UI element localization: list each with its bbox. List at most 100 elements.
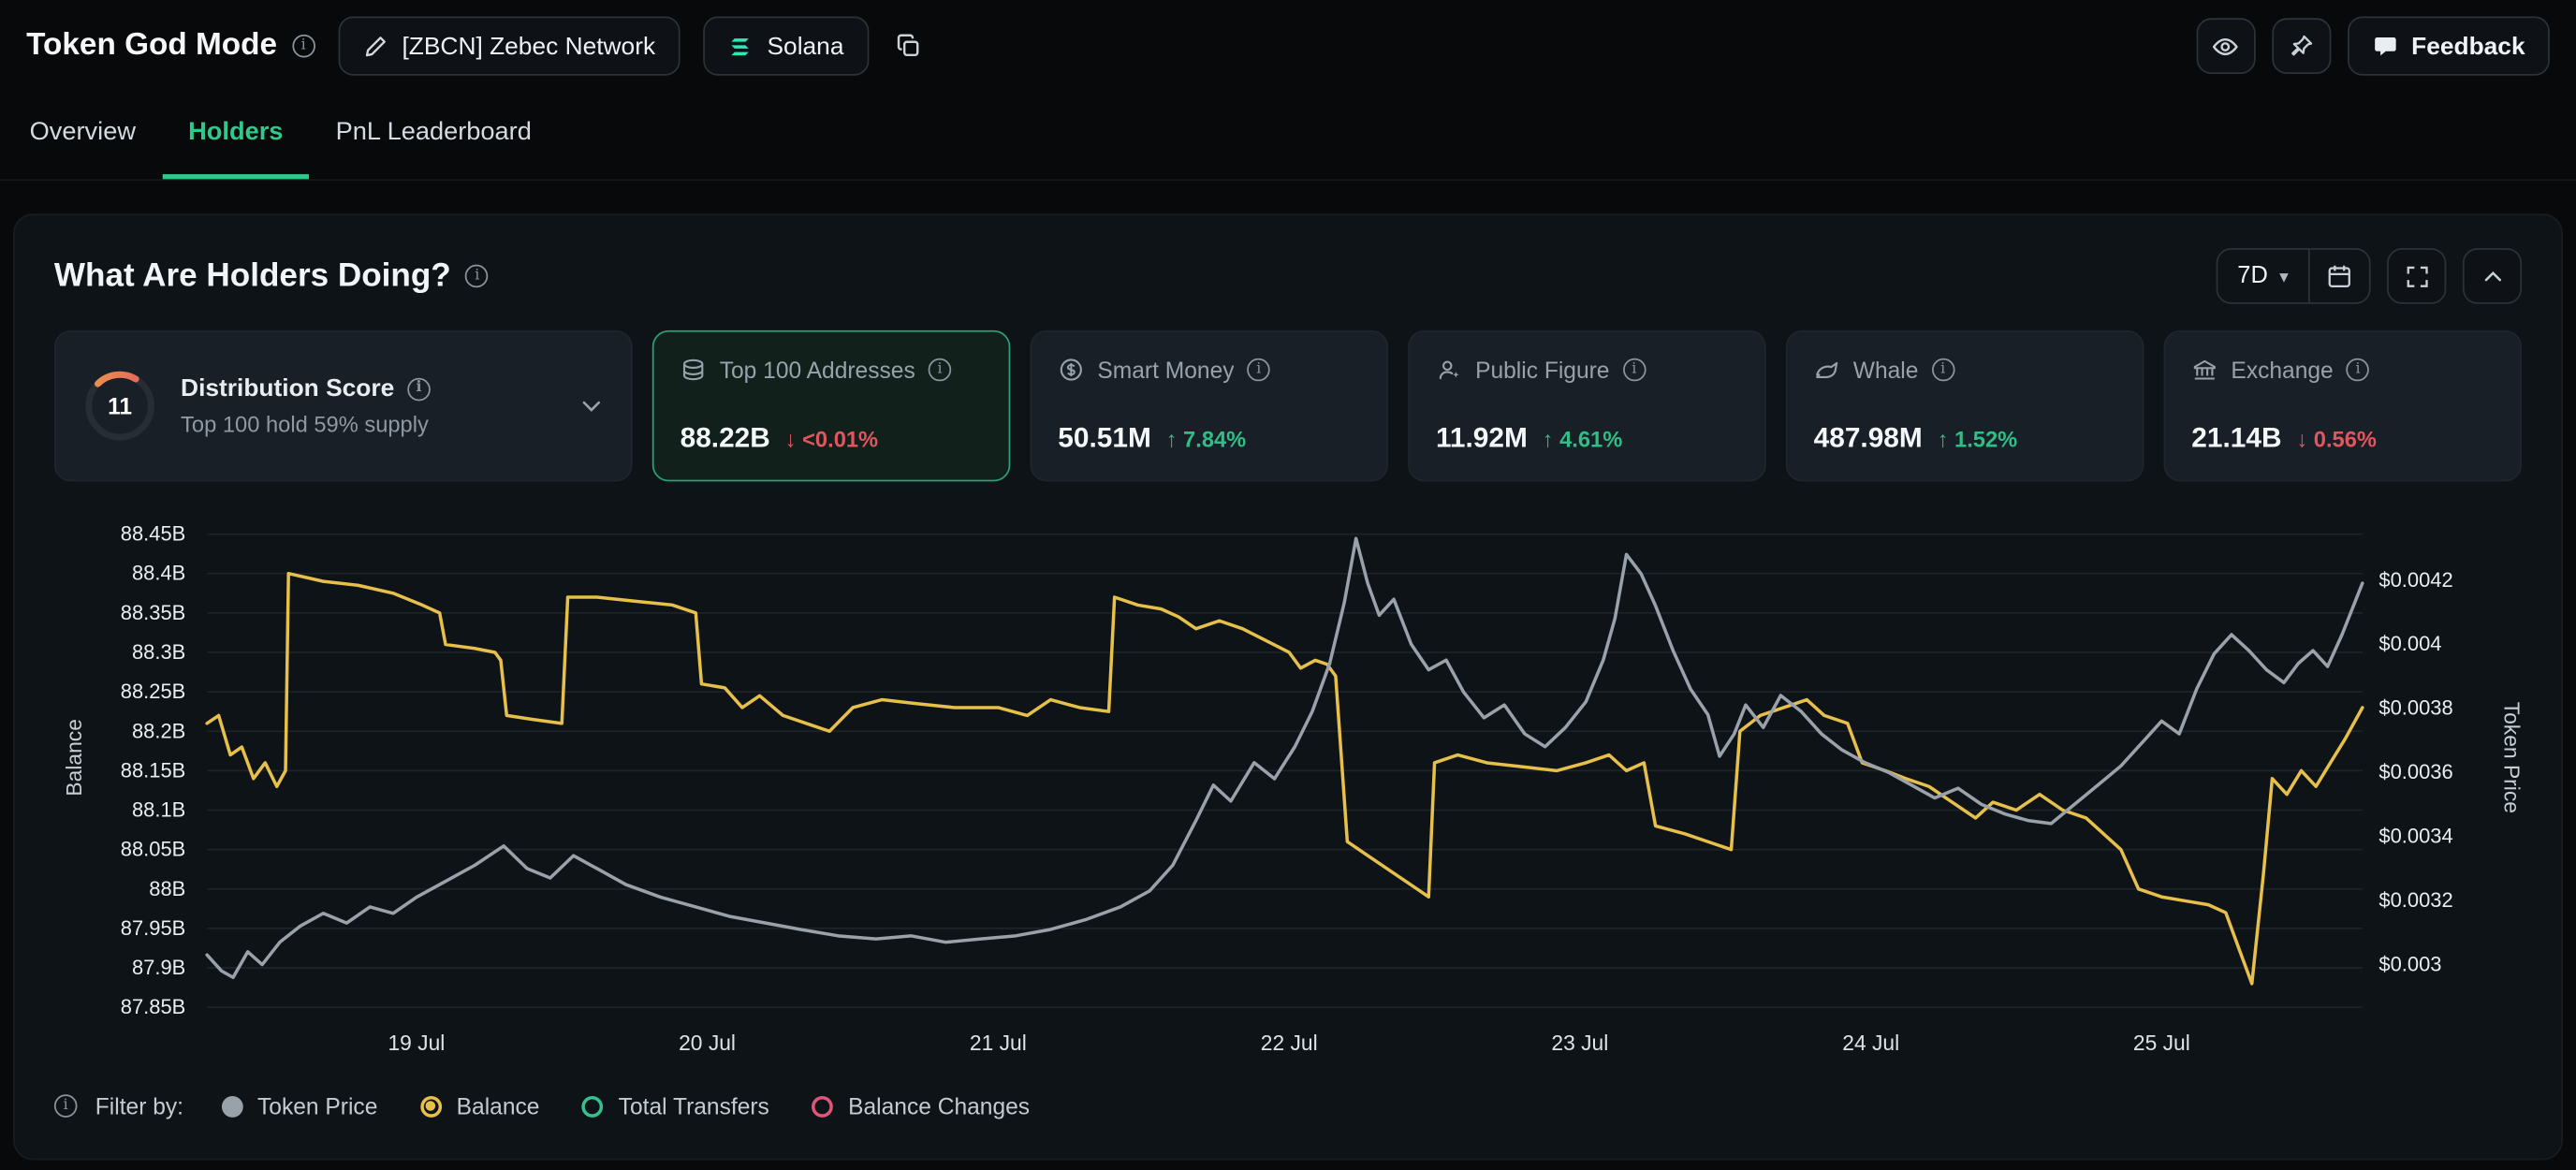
series-balance [207,574,2363,984]
stat-value: 50.51M [1058,422,1151,455]
legend-item-balance[interactable]: Balance [420,1092,539,1119]
distribution-score-subtitle: Top 100 hold 59% supply [181,413,555,437]
info-icon[interactable] [1931,358,1954,382]
top-header: Token God Mode [ZBCN] Zebec Network Sola… [0,0,2576,92]
coins-icon [681,357,707,383]
stat-label: Top 100 Addresses [720,357,915,383]
stat-card-top-100-addresses[interactable]: Top 100 Addresses 88.22B ↓ <0.01% [652,330,1011,482]
tab-pnl-leaderboard[interactable]: PnL Leaderboard [310,92,558,179]
range-value: 7D [2237,263,2268,289]
legend-item-balance-changes[interactable]: Balance Changes [812,1092,1030,1119]
stat-card-whale[interactable]: Whale 487.98M ↑ 1.52% [1786,330,2144,482]
series-token-price [207,538,2363,977]
legend-label: Total Transfers [619,1092,769,1119]
axis-tick-label: $0.0032 [2378,887,2452,914]
legend-label: Balance [457,1092,540,1119]
feedback-label: Feedback [2411,32,2525,60]
copy-button[interactable] [891,30,924,63]
eye-icon [2212,32,2240,60]
chat-bubble-icon [2372,33,2398,59]
fullscreen-icon [2405,264,2429,288]
stat-card-public-figure[interactable]: Public Figure 11.92M ↑ 4.61% [1408,330,1766,482]
right-axis-ticks: $0.0042$0.004$0.0038$0.0036$0.0034$0.003… [2378,511,2507,1017]
axis-tick-label: 88.05B [54,837,185,863]
whale-icon [1814,357,1840,383]
info-icon[interactable] [292,35,315,58]
watchlist-button[interactable] [2196,18,2255,74]
pencil-icon [362,34,387,58]
axis-tick-label: 88.35B [54,600,185,626]
chevron-up-icon [2480,264,2504,288]
tab-holders[interactable]: Holders [162,92,309,179]
info-icon[interactable] [2347,358,2370,382]
stat-label: Exchange [2231,357,2333,383]
token-god-mode-app: Token God Mode [ZBCN] Zebec Network Sola… [0,0,2576,1170]
tab-bar: Overview Holders PnL Leaderboard [0,92,2576,181]
time-range-group: 7D ▾ [2216,248,2370,304]
stat-label: Smart Money [1097,357,1234,383]
legend-swatch-icon [582,1095,604,1117]
balance-price-plot[interactable] [207,511,2363,1017]
x-axis-tick-label: 23 Jul [1551,1031,1608,1055]
x-axis-tick-label: 22 Jul [1261,1031,1318,1055]
info-icon[interactable] [1623,358,1647,382]
calendar-icon [2326,263,2352,289]
stat-card-smart-money[interactable]: Smart Money 50.51M ↑ 7.84% [1030,330,1388,482]
chart-filter-legend: Filter by: Token Price Balance Total Trans… [54,1092,2522,1119]
legend-items: Token Price Balance Total Transfers Balance… [221,1092,1030,1119]
left-axis-ticks: 88.45B88.4B88.35B88.3B88.25B88.2B88.15B8… [54,511,185,1017]
filter-by-label: Filter by: [95,1092,183,1119]
info-icon[interactable] [1248,358,1271,382]
x-axis-ticks: 19 Jul 20 Jul 21 Jul 22 Jul 23 Jul 24 Jul 25 J… [207,1031,2363,1063]
stat-change: ↓ 0.56% [2296,427,2377,451]
stat-label: Public Figure [1475,357,1609,383]
stat-card-exchange[interactable]: Exchange 21.14B ↓ 0.56% [2163,330,2522,482]
axis-tick-label: 87.85B [54,994,185,1020]
axis-tick-label: $0.0036 [2378,759,2452,785]
smart-money-icon [1058,357,1084,383]
x-axis-tick-label: 21 Jul [970,1031,1027,1055]
x-axis-tick-label: 20 Jul [679,1031,736,1055]
range-select-button[interactable]: 7D ▾ [2217,250,2308,302]
distribution-score-value: 11 [82,368,158,444]
distribution-score-title: Distribution Score [181,374,394,402]
legend-swatch-icon [221,1095,242,1117]
token-selector[interactable]: [ZBCN] Zebec Network [338,17,680,76]
panel-header: What Are Holders Doing? 7D ▾ [54,248,2522,304]
caret-down-icon: ▾ [2279,266,2289,287]
axis-tick-label: 88.25B [54,679,185,705]
feedback-button[interactable]: Feedback [2348,17,2550,76]
calendar-button[interactable] [2310,250,2369,302]
fullscreen-button[interactable] [2387,248,2446,304]
distribution-score-card[interactable]: 11 Distribution Score Top 100 hold 59% s… [54,330,633,482]
tab-overview[interactable]: Overview [4,92,163,179]
collapse-button[interactable] [2463,248,2522,304]
legend-item-total-transfers[interactable]: Total Transfers [582,1092,769,1119]
chain-selector[interactable]: Solana [703,17,869,76]
axis-tick-label: 88.15B [54,757,185,783]
holders-chart: Balance 88.45B88.4B88.35B88.3B88.25B88.2… [54,511,2522,1079]
stat-value: 88.22B [681,422,770,455]
holders-panel: What Are Holders Doing? 7D ▾ [13,213,2563,1160]
chevron-down-icon[interactable] [578,393,605,419]
stat-label: Whale [1853,357,1919,383]
stat-value: 11.92M [1436,422,1528,455]
axis-tick-label: 88.2B [54,718,185,744]
stat-change: ↑ 4.61% [1543,427,1623,451]
stat-cards-row: 11 Distribution Score Top 100 hold 59% s… [54,330,2522,482]
axis-tick-label: 88.3B [54,639,185,665]
info-icon[interactable] [54,1094,78,1118]
panel-title: What Are Holders Doing? [54,257,451,295]
legend-item-token-price[interactable]: Token Price [221,1092,377,1119]
legend-swatch-icon [812,1095,833,1117]
info-icon[interactable] [466,265,490,288]
right-axis-title: Token Price [2499,702,2524,813]
x-axis-tick-label: 19 Jul [388,1031,445,1055]
info-icon[interactable] [929,358,952,382]
pin-button[interactable] [2272,18,2331,74]
stat-change: ↑ 7.84% [1166,427,1247,451]
x-axis-tick-label: 24 Jul [1842,1031,1899,1055]
axis-tick-label: 88.4B [54,561,185,587]
info-icon[interactable] [407,377,431,401]
x-axis-tick-label: 25 Jul [2133,1031,2190,1055]
